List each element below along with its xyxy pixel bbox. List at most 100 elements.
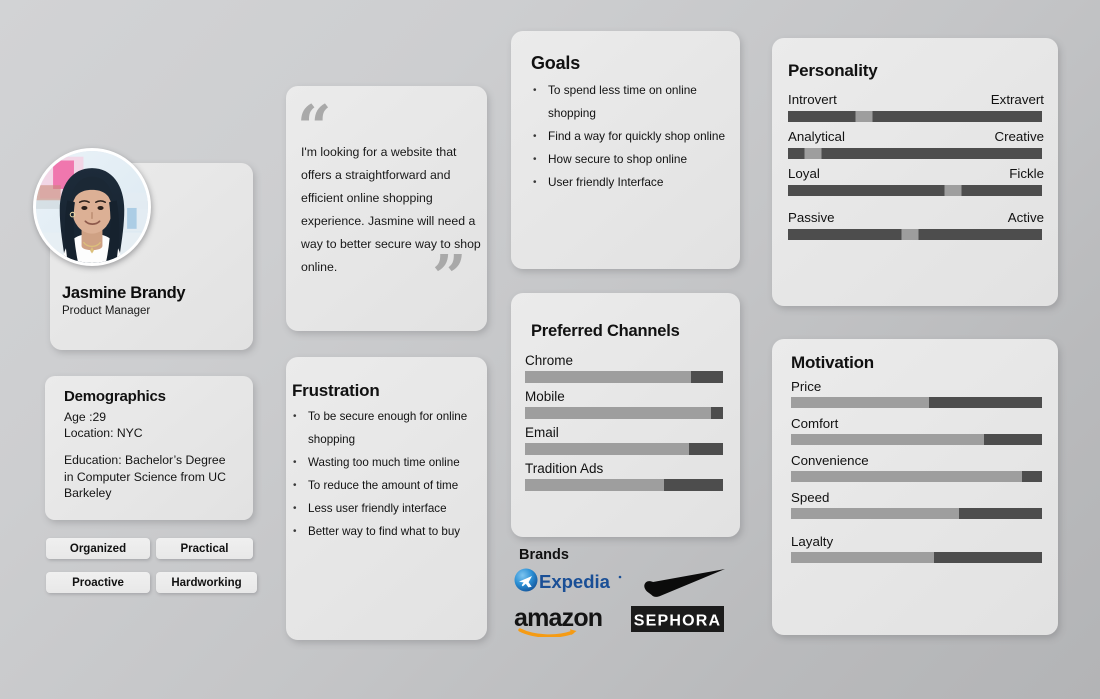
list-item: To be secure enough for online shopping (286, 405, 481, 451)
motivation-label: Price (791, 379, 822, 394)
demographics-age: Age :29 (64, 410, 107, 424)
personality-slider-track[interactable] (788, 229, 1042, 240)
personality-row-introvert-extravert: Introvert Extravert (788, 92, 1044, 122)
personality-label-right: Active (1007, 210, 1044, 225)
profile-role: Product Manager (62, 305, 151, 317)
goals-card: Goals To spend less time on online shopp… (511, 31, 740, 269)
personality-slider-track[interactable] (788, 111, 1042, 122)
channel-label: Chrome (525, 353, 574, 368)
list-item: Better way to find what to buy (286, 520, 481, 543)
motivation-label: Convenience (791, 453, 869, 468)
personality-label-right: Extravert (990, 92, 1044, 107)
motivation-bar-track (791, 552, 1042, 563)
list-item: To spend less time on online shopping (526, 79, 730, 125)
channel-label: Tradition Ads (525, 461, 604, 476)
svg-text:SEPHORA: SEPHORA (634, 613, 722, 630)
preferred-channels-title: Preferred Channels (531, 322, 680, 340)
personality-label-right: Fickle (1009, 166, 1044, 181)
demographics-education: Education: Bachelor’s Degree in Computer… (64, 453, 226, 500)
channel-bar-track (525, 407, 723, 419)
motivation-bar-track (791, 471, 1042, 482)
frustration-card: Frustration To be secure enough for onli… (286, 357, 487, 640)
goals-title: Goals (531, 53, 581, 73)
user-photo-icon (36, 151, 148, 263)
personality-labels: Analytical Creative (788, 129, 1044, 144)
frustration-title: Frustration (292, 381, 380, 400)
motivation-bar-fill (791, 508, 960, 519)
preferred-channels-card: Preferred Channels Chrome Mobile Email T… (511, 293, 740, 537)
motivation-card: Motivation Price Comfort Convenience Spe… (772, 339, 1058, 635)
list-item: To reduce the amount of time (286, 474, 481, 497)
trait-tag-hardworking[interactable]: Hardworking (156, 572, 257, 593)
quote-close-icon: ” (432, 243, 467, 313)
personality-row-loyal-fickle: Loyal Fickle (788, 166, 1044, 196)
channel-bar-track (525, 479, 723, 491)
personality-slider-thumb[interactable] (855, 111, 873, 122)
nike-logo-icon (643, 568, 727, 598)
personality-card: Personality Introvert Extravert Analytic… (772, 38, 1058, 306)
personality-labels: Loyal Fickle (788, 166, 1044, 181)
motivation-title: Motivation (791, 353, 874, 372)
personality-label-right: Creative (994, 129, 1044, 144)
motivation-row-convenience: Convenience (791, 453, 1045, 482)
motivation-bar-fill (791, 471, 1022, 482)
personality-labels: Introvert Extravert (788, 92, 1044, 107)
personality-slider-track[interactable] (788, 185, 1042, 196)
channel-bar-track (525, 443, 723, 455)
list-item: Less user friendly interface (286, 497, 481, 520)
list-item: Wasting too much time online (286, 451, 481, 474)
motivation-bar-fill (791, 397, 930, 408)
personality-label-left: Analytical (788, 129, 845, 144)
profile-name: Jasmine Brandy (62, 284, 186, 302)
motivation-row-comfort: Comfort (791, 416, 1045, 445)
personality-slider-track[interactable] (788, 148, 1042, 159)
channel-label: Mobile (525, 389, 565, 404)
channel-label: Email (525, 425, 559, 440)
personality-title: Personality (788, 61, 878, 80)
personality-label-left: Introvert (788, 92, 837, 107)
personality-slider-thumb[interactable] (944, 185, 962, 196)
motivation-label: Speed (791, 490, 830, 505)
personality-row-analytical-creative: Analytical Creative (788, 129, 1044, 159)
motivation-bar-fill (791, 434, 985, 445)
motivation-bar-track (791, 397, 1042, 408)
personality-slider-thumb[interactable] (804, 148, 822, 159)
channel-bar-fill (525, 371, 692, 383)
goals-list: To spend less time on online shopping Fi… (526, 79, 740, 194)
motivation-bar-track (791, 508, 1042, 519)
motivation-row-speed: Speed (791, 490, 1045, 519)
amazon-logo-icon: amazon (514, 604, 624, 637)
demographics-location: Location: NYC (64, 426, 143, 440)
channel-row-mobile: Mobile (525, 389, 725, 419)
sephora-logo-icon: SEPHORA (631, 606, 724, 632)
channel-bar-track (525, 371, 723, 383)
channel-row-email: Email (525, 425, 725, 455)
frustration-list: To be secure enough for online shopping … (286, 405, 487, 543)
list-item: User friendly Interface (526, 171, 730, 194)
channel-row-chrome: Chrome (525, 353, 725, 383)
svg-text:Expedia: Expedia (539, 571, 611, 592)
expedia-logo-icon: Expedia (513, 568, 623, 594)
avatar (33, 148, 151, 266)
trait-tag-organized[interactable]: Organized (46, 538, 150, 559)
demographics-card: Demographics Age :29 Location: NYC Educa… (45, 376, 253, 520)
motivation-label: Layalty (791, 534, 834, 549)
personality-labels: Passive Active (788, 210, 1044, 225)
svg-text:amazon: amazon (514, 604, 602, 632)
personality-label-left: Loyal (788, 166, 820, 181)
motivation-bar-track (791, 434, 1042, 445)
motivation-row-layalty: Layalty (791, 534, 1045, 563)
personality-row-passive-active: Passive Active (788, 210, 1044, 240)
channel-bar-fill (525, 479, 664, 491)
brands-title: Brands (519, 547, 569, 563)
motivation-label: Comfort (791, 416, 839, 431)
list-item: Find a way for quickly shop online (526, 125, 730, 148)
motivation-bar-fill (791, 552, 935, 563)
channel-row-tradition-ads: Tradition Ads (525, 461, 725, 491)
demographics-title: Demographics (64, 388, 166, 405)
personality-slider-thumb[interactable] (901, 229, 919, 240)
trait-tag-practical[interactable]: Practical (156, 538, 253, 559)
list-item: How secure to shop online (526, 148, 730, 171)
trait-tag-proactive[interactable]: Proactive (46, 572, 150, 593)
